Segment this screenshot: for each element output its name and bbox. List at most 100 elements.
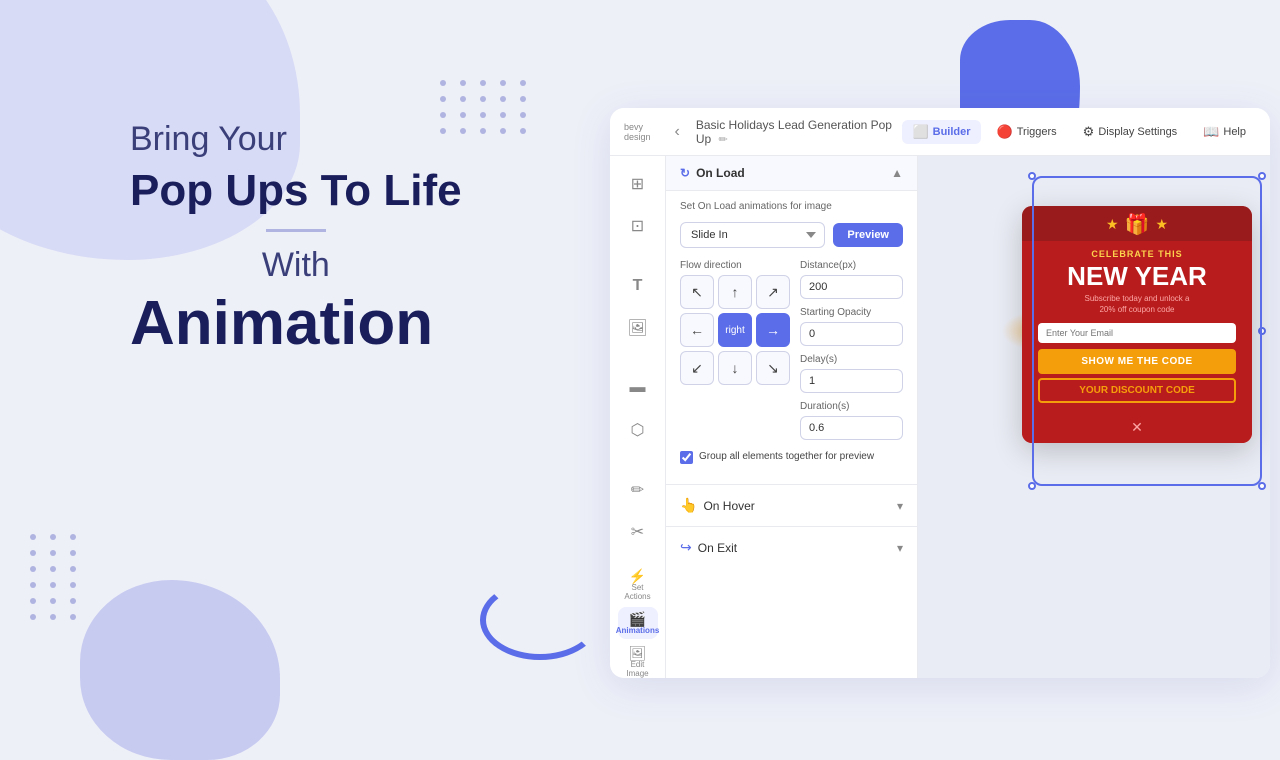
dir-btn-up[interactable]: ↑ <box>718 275 752 309</box>
set-actions-button[interactable]: ⚡ Set Actions <box>618 564 658 605</box>
handle-top-right[interactable] <box>1258 172 1266 180</box>
star-left: ★ <box>1106 216 1119 233</box>
tagline-line4: Animation <box>130 293 462 355</box>
email-input[interactable] <box>1038 323 1236 343</box>
on-load-panel-body: Set On Load animations for image None Sl… <box>666 191 917 484</box>
toolbar-crop[interactable]: ✂ <box>618 512 658 552</box>
delay-input[interactable] <box>800 369 903 393</box>
animation-select-row: None Slide In Fade In Bounce Rotate Zoom… <box>680 222 903 248</box>
flow-direction-group: Flow direction ↖ ↑ ↗ ← right → ↙ ↓ ↘ <box>680 260 790 440</box>
dir-btn-bottom-left[interactable]: ↙ <box>680 351 714 385</box>
starting-opacity-label: Starting Opacity <box>800 307 903 318</box>
on-exit-section: ↪ On Exit ▾ <box>666 526 917 568</box>
triggers-tab[interactable]: 🔴 Triggers <box>987 120 1067 144</box>
star-right: ★ <box>1155 216 1168 233</box>
toolbar-layout[interactable]: ⊞ <box>618 164 658 204</box>
toolbar-video[interactable]: ▬ <box>618 368 658 408</box>
toolbar-image[interactable]: 🖼 <box>618 308 658 348</box>
set-actions-label: Set Actions <box>622 583 654 601</box>
dir-btn-bottom-right[interactable]: ↘ <box>756 351 790 385</box>
on-load-header-left: ↻ On Load <box>680 166 745 180</box>
display-settings-icon: ⚙ <box>1083 124 1095 140</box>
triggers-icon: 🔴 <box>997 124 1013 140</box>
on-hover-header-left: 👆 On Hover <box>680 497 755 514</box>
edit-image-button[interactable]: 🖼 Edit Image <box>618 641 658 678</box>
popup-close-area: ✕ <box>1022 413 1252 443</box>
show-code-button[interactable]: SHOW ME THE CODE <box>1038 349 1236 374</box>
toolbar-shape[interactable]: ⊡ <box>618 206 658 246</box>
duration-label: Duration(s) <box>800 401 903 412</box>
on-hover-icon: 👆 <box>680 497 697 514</box>
dir-btn-left[interactable]: ← <box>680 313 714 347</box>
bg-blob-2 <box>80 580 280 760</box>
animations-label: Animations <box>616 626 660 635</box>
dir-btn-down[interactable]: ↓ <box>718 351 752 385</box>
gift-icon: 🎁 <box>1125 212 1150 237</box>
on-exit-icon: ↪ <box>680 539 692 556</box>
tagline-line2: Pop Ups To Life <box>130 167 462 215</box>
group-checkbox[interactable] <box>680 451 693 464</box>
handle-top-left[interactable] <box>1028 172 1036 180</box>
dir-btn-top-right[interactable]: ↗ <box>756 275 790 309</box>
toolbar-group-1: ⊞ ⊡ <box>610 164 665 246</box>
popup-main: CELEBRATE THIS NEW YEAR Subscribe today … <box>1022 241 1252 413</box>
left-toolbar: ⊞ ⊡ T 🖼 ▬ ⬡ ✏ ✂ ⚡ Set Actions <box>610 156 666 678</box>
toolbar-group-actions: ⚡ Set Actions 🎬 Animations 🖼 Edit Image <box>610 564 665 678</box>
toolbar-group-3: ▬ ⬡ <box>610 368 665 450</box>
on-hover-chevron[interactable]: ▾ <box>897 499 903 513</box>
dir-btn-right-center[interactable]: right <box>718 313 752 347</box>
dir-btn-right[interactable]: → <box>756 313 790 347</box>
group-checkbox-row: Group all elements together for preview <box>680 450 903 464</box>
preview-animation-button[interactable]: Preview <box>833 223 903 247</box>
help-tab[interactable]: 📖 Help <box>1193 120 1256 144</box>
duration-input[interactable] <box>800 416 903 440</box>
help-icon: 📖 <box>1203 124 1219 140</box>
direction-grid: ↖ ↑ ↗ ← right → ↙ ↓ ↘ <box>680 275 790 385</box>
on-hover-section: 👆 On Hover ▾ <box>666 484 917 526</box>
direction-distance-row: Flow direction ↖ ↑ ↗ ← right → ↙ ↓ ↘ <box>680 260 903 440</box>
left-hero-content: Bring Your Pop Ups To Life With Animatio… <box>130 120 462 355</box>
on-load-chevron[interactable]: ▲ <box>891 166 903 180</box>
popup-top-banner: ★ 🎁 ★ <box>1022 206 1252 241</box>
popup-close-icon[interactable]: ✕ <box>1131 419 1143 435</box>
dir-btn-top-left[interactable]: ↖ <box>680 275 714 309</box>
toolbar-draw[interactable]: ✏ <box>618 470 658 510</box>
toolbar-icon[interactable]: ⬡ <box>618 410 658 450</box>
editor-topbar: bevy design ‹ Basic Holidays Lead Genera… <box>610 108 1270 156</box>
on-exit-header-left: ↪ On Exit <box>680 539 737 556</box>
distance-input[interactable] <box>800 275 903 299</box>
display-settings-tab[interactable]: ⚙ Display Settings <box>1073 120 1188 144</box>
edit-title-icon[interactable]: ✏ <box>719 134 728 146</box>
handle-bottom-left[interactable] <box>1028 482 1036 490</box>
animation-type-select[interactable]: None Slide In Fade In Bounce Rotate Zoom <box>680 222 825 248</box>
editor-window: bevy design ‹ Basic Holidays Lead Genera… <box>610 108 1270 678</box>
toolbar-group-4: ✏ ✂ <box>610 470 665 552</box>
handle-mid-right[interactable] <box>1258 327 1266 335</box>
tagline-line3: With <box>130 246 462 285</box>
discount-code-button[interactable]: YOUR DISCOUNT CODE <box>1038 378 1236 403</box>
handle-bottom-right[interactable] <box>1258 482 1266 490</box>
celebrate-text: CELEBRATE THIS <box>1038 249 1236 259</box>
toolbar-text[interactable]: T <box>618 266 658 306</box>
delay-label: Delay(s) <box>800 354 903 365</box>
on-exit-title: On Exit <box>698 541 737 555</box>
toolbar-group-2: T 🖼 <box>610 266 665 348</box>
tagline-line1: Bring Your <box>130 120 462 159</box>
hero-divider <box>266 229 326 232</box>
on-exit-header[interactable]: ↪ On Exit ▾ <box>666 527 917 568</box>
starting-opacity-input[interactable] <box>800 322 903 346</box>
distance-opacity-group: Distance(px) Starting Opacity Delay(s) D… <box>800 260 903 440</box>
animation-panel: ↻ On Load ▲ Set On Load animations for i… <box>666 156 918 678</box>
on-hover-header[interactable]: 👆 On Hover ▾ <box>666 485 917 526</box>
app-logo: bevy design <box>624 122 651 142</box>
logo-sub: design <box>624 132 651 142</box>
topbar-actions: ⬜ Builder 🔴 Triggers ⚙ Display Settings … <box>902 120 1256 144</box>
on-exit-chevron[interactable]: ▾ <box>897 541 903 555</box>
animations-button[interactable]: 🎬 Animations <box>618 607 658 639</box>
on-hover-title: On Hover <box>703 499 754 513</box>
builder-tab[interactable]: ⬜ Builder <box>902 120 980 144</box>
popup-preview: ★ 🎁 ★ CELEBRATE THIS NEW YEAR Subscribe … <box>1022 206 1252 443</box>
nav-back-button[interactable]: ‹ <box>669 121 686 143</box>
popup-preview-container: ★ 🎁 ★ CELEBRATE THIS NEW YEAR Subscribe … <box>1032 176 1262 486</box>
bg-curve-decoration <box>480 580 600 660</box>
